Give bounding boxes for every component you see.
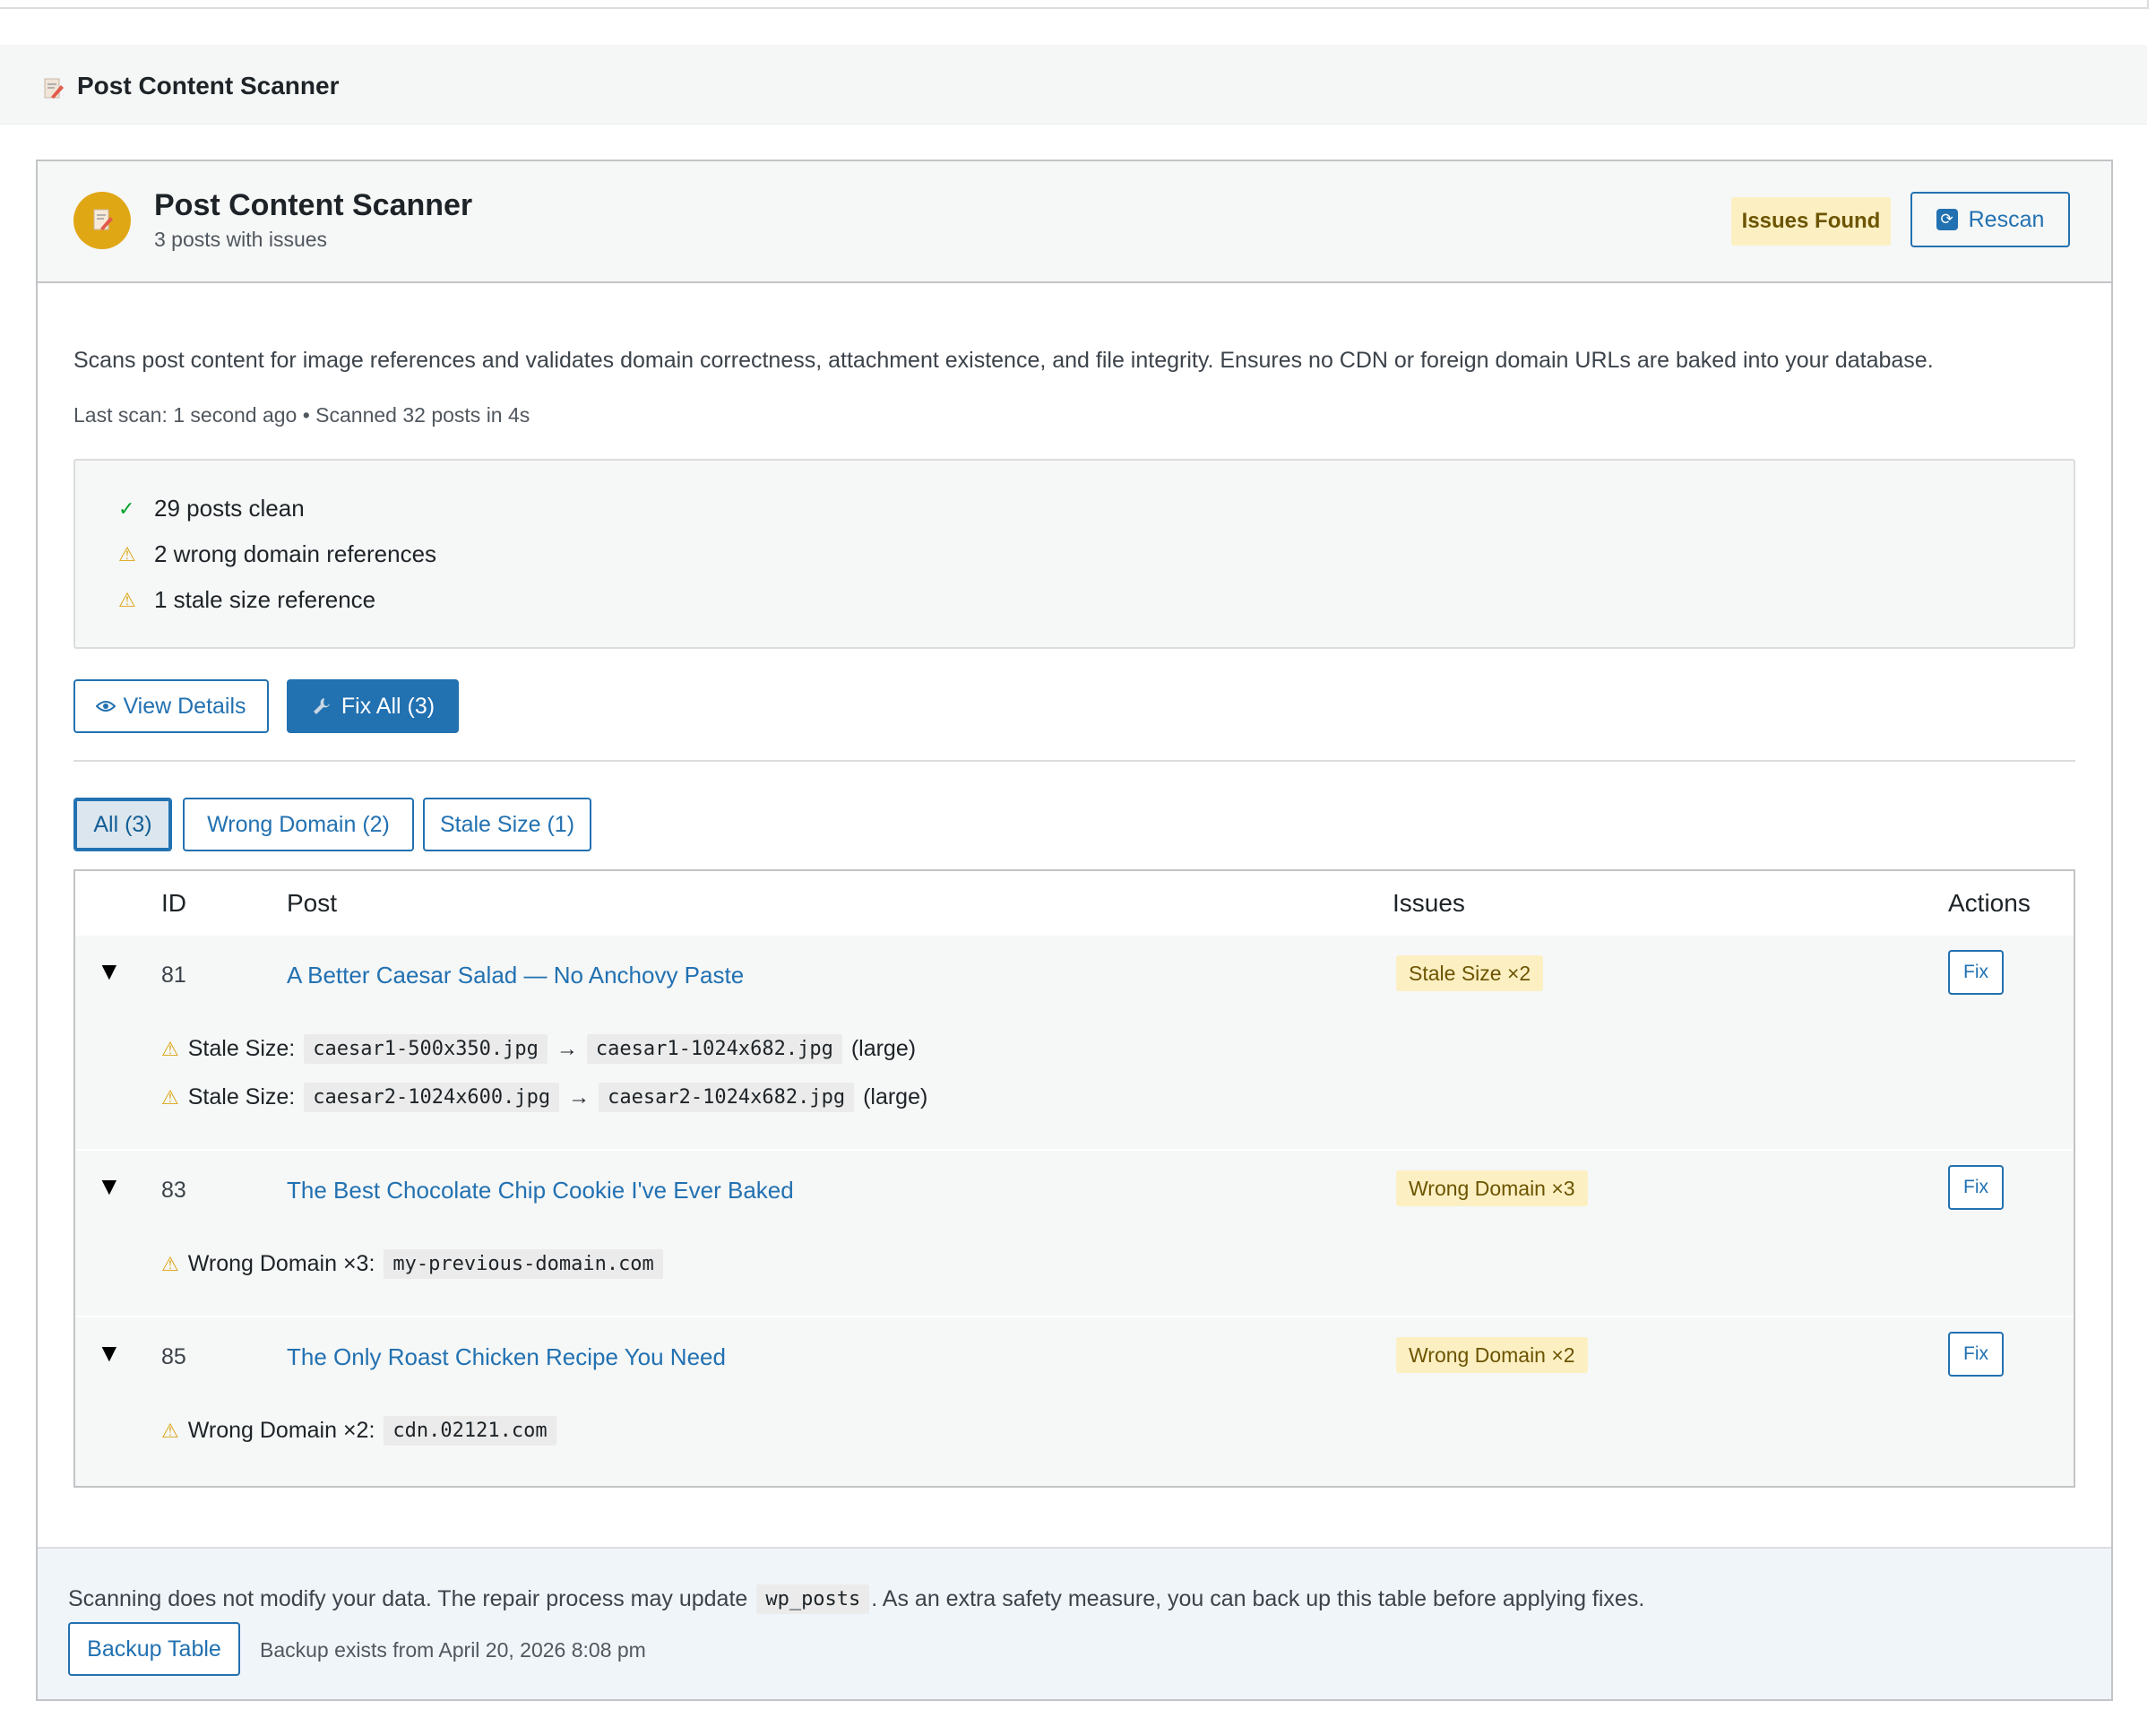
backup-table-button[interactable]: Backup Table — [68, 1622, 240, 1676]
table-row: ▼ 85 The Only Roast Chicken Recipe You N… — [75, 1317, 2074, 1486]
old-filename: caesar1-500x350.jpg — [304, 1034, 548, 1064]
filter-tab-stale-size[interactable]: Stale Size (1) — [423, 798, 591, 851]
size-label: (large) — [863, 1084, 928, 1109]
new-filename: caesar1-1024x682.jpg — [586, 1034, 842, 1064]
divider — [73, 760, 2075, 762]
new-filename: caesar2-1024x682.jpg — [599, 1083, 855, 1112]
issue-badge: Stale Size ×2 — [1396, 955, 1544, 991]
backup-footer: Scanning does not modify your data. The … — [38, 1547, 2111, 1699]
fix-all-button[interactable]: Fix All (3) — [287, 679, 459, 733]
document-icon — [44, 78, 64, 99]
card-header: Post Content Scanner 3 posts with issues… — [38, 161, 2111, 283]
status-badge: Issues Found — [1731, 197, 1891, 246]
rescan-label: Rescan — [1968, 206, 2045, 232]
fix-button[interactable]: Fix — [1948, 950, 2004, 995]
document-icon — [73, 192, 131, 249]
fix-button[interactable]: Fix — [1948, 1165, 2004, 1210]
view-details-button[interactable]: View Details — [73, 679, 269, 733]
post-link[interactable]: The Only Roast Chicken Recipe You Need — [287, 1343, 726, 1371]
summary-item-clean: ✓ 29 posts clean — [118, 495, 305, 522]
warning-icon: ⚠ — [161, 1419, 179, 1442]
summary-item-wrong-domain: ⚠ 2 wrong domain references — [118, 540, 436, 568]
scanner-description: Scans post content for image references … — [73, 348, 1934, 373]
note-text: . As an extra safety measure, you can ba… — [871, 1586, 1645, 1611]
page-header: Post Content Scanner — [0, 45, 2147, 125]
warning-icon: ⚠ — [118, 588, 136, 611]
column-header-id: ID — [161, 889, 186, 917]
domain-code: my-previous-domain.com — [384, 1249, 663, 1279]
post-link[interactable]: The Best Chocolate Chip Cookie I've Ever… — [287, 1177, 794, 1204]
warning-icon: ⚠ — [118, 542, 136, 565]
summary-text: 2 wrong domain references — [154, 540, 437, 567]
triangle-down-icon[interactable]: ▼ — [97, 1339, 122, 1368]
issue-badge: Wrong Domain ×3 — [1396, 1170, 1588, 1206]
post-id: 85 — [161, 1344, 186, 1369]
detail-label: Wrong Domain ×3: — [187, 1251, 375, 1276]
detail-label: Stale Size: — [187, 1036, 296, 1061]
issue-detail: ⚠ Wrong Domain ×3: my-previous-domain.co… — [161, 1249, 663, 1279]
issue-detail: ⚠ Wrong Domain ×2: cdn.02121.com — [161, 1416, 556, 1446]
issue-detail: ⚠ Stale Size: caesar1-500x350.jpg → caes… — [161, 1034, 916, 1064]
fix-button[interactable]: Fix — [1948, 1332, 2004, 1377]
last-scan-info: Last scan: 1 second ago • Scanned 32 pos… — [73, 403, 530, 427]
refresh-icon: ⟳ — [1936, 209, 1958, 230]
arrow-icon: → — [556, 1036, 578, 1061]
scanner-card: Post Content Scanner 3 posts with issues… — [36, 160, 2113, 1701]
warning-icon: ⚠ — [161, 1037, 179, 1060]
summary-text: 29 posts clean — [154, 495, 305, 522]
domain-code: cdn.02121.com — [384, 1416, 556, 1446]
rescan-button[interactable]: ⟳ Rescan — [1910, 192, 2070, 247]
triangle-down-icon[interactable]: ▼ — [97, 957, 122, 986]
arrow-icon: → — [568, 1084, 591, 1109]
warning-icon: ⚠ — [161, 1252, 179, 1275]
issues-table: ID Post Issues Actions ▼ 81 A Better Cae… — [73, 869, 2075, 1488]
fix-all-label: Fix All (3) — [341, 693, 436, 719]
table-row: ▼ 81 A Better Caesar Salad — No Anchovy … — [75, 936, 2074, 1149]
column-header-actions: Actions — [1948, 889, 2031, 917]
column-header-post: Post — [287, 889, 338, 917]
window-top-edge — [0, 0, 2149, 9]
page-title: Post Content Scanner — [77, 72, 340, 99]
post-id: 83 — [161, 1178, 186, 1203]
table-header: ID Post Issues Actions — [75, 871, 2074, 937]
summary-text: 1 stale size reference — [154, 586, 376, 613]
filter-tab-all[interactable]: All (3) — [73, 798, 172, 851]
detail-label: Stale Size: — [187, 1084, 296, 1109]
card-title: Post Content Scanner — [154, 188, 473, 222]
eye-icon — [96, 701, 116, 712]
scan-summary: ✓ 29 posts clean ⚠ 2 wrong domain refere… — [73, 459, 2075, 649]
check-icon: ✓ — [118, 496, 135, 520]
issue-badge: Wrong Domain ×2 — [1396, 1337, 1588, 1373]
summary-item-stale-size: ⚠ 1 stale size reference — [118, 586, 375, 614]
issue-detail: ⚠ Stale Size: caesar2-1024x600.jpg → cae… — [161, 1083, 927, 1112]
size-label: (large) — [850, 1036, 917, 1061]
view-details-label: View Details — [123, 693, 246, 719]
card-subtitle: 3 posts with issues — [154, 228, 328, 251]
old-filename: caesar2-1024x600.jpg — [304, 1083, 560, 1112]
table-name-code: wp_posts — [756, 1584, 870, 1614]
triangle-down-icon[interactable]: ▼ — [97, 1172, 122, 1201]
backup-status: Backup exists from April 20, 2026 8:08 p… — [260, 1638, 646, 1662]
warning-icon: ⚠ — [161, 1085, 179, 1109]
wrench-icon — [313, 698, 330, 714]
backup-note: Scanning does not modify your data. The … — [68, 1584, 1644, 1614]
detail-label: Wrong Domain ×2: — [187, 1418, 375, 1443]
table-row: ▼ 83 The Best Chocolate Chip Cookie I've… — [75, 1151, 2074, 1316]
note-text: Scanning does not modify your data. The … — [68, 1586, 748, 1611]
filter-tab-wrong-domain[interactable]: Wrong Domain (2) — [183, 798, 414, 851]
post-id: 81 — [161, 963, 186, 988]
column-header-issues: Issues — [1393, 889, 1465, 917]
post-link[interactable]: A Better Caesar Salad — No Anchovy Paste — [287, 962, 744, 989]
